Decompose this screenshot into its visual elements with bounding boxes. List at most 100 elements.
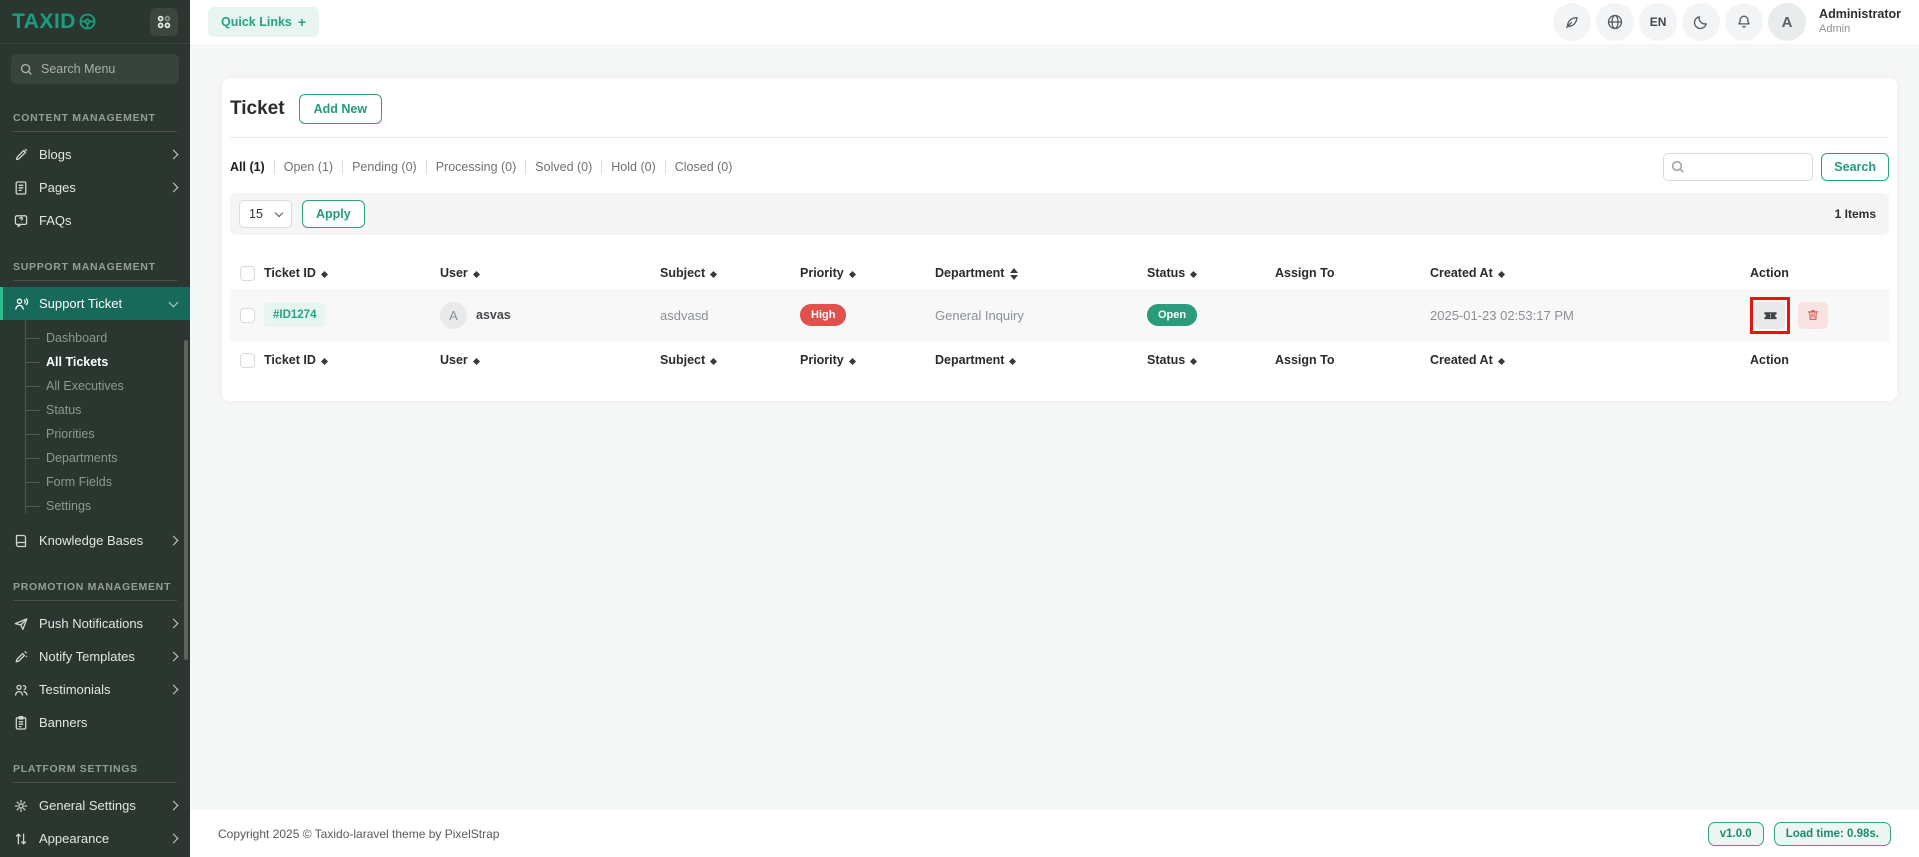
col-label: Priority <box>800 353 844 367</box>
col-created-at[interactable]: Created At <box>1426 341 1746 379</box>
globe-icon[interactable] <box>1596 3 1634 41</box>
brand-logo[interactable]: TAXID <box>12 10 97 34</box>
col-user[interactable]: User <box>436 257 656 289</box>
sidebar-logo-row: TAXID <box>0 0 190 44</box>
question-bubble-icon <box>13 213 29 229</box>
col-ticket-id[interactable]: Ticket ID <box>260 341 436 379</box>
sidebar-item-label: Appearance <box>39 831 109 846</box>
col-user[interactable]: User <box>436 341 656 379</box>
col-ticket-id[interactable]: Ticket ID <box>260 257 436 289</box>
sidebar-item-label: FAQs <box>39 213 72 228</box>
sidebar-scrollbar[interactable] <box>184 340 188 660</box>
col-label: Department <box>935 353 1004 367</box>
tab-open[interactable]: Open (1) <box>284 160 333 174</box>
table-search-area: Search <box>1663 153 1889 181</box>
trash-icon <box>1806 308 1820 322</box>
subitem-label: Departments <box>46 451 118 465</box>
bell-icon[interactable] <box>1725 3 1763 41</box>
sidebar-item-push-notifications[interactable]: Push Notifications <box>0 607 190 640</box>
sidebar-search-input[interactable] <box>41 62 161 76</box>
sidebar-subitem-status[interactable]: Status <box>0 398 190 422</box>
sidebar-subitem-departments[interactable]: Departments <box>0 446 190 470</box>
avatar-letter: A <box>1782 14 1793 31</box>
sidebar-item-pages[interactable]: Pages <box>0 171 190 204</box>
sidebar-item-faqs[interactable]: FAQs <box>0 204 190 237</box>
sidebar-subitem-form-fields[interactable]: Form Fields <box>0 470 190 494</box>
row-checkbox[interactable] <box>240 308 255 323</box>
col-label: Action <box>1750 266 1789 280</box>
add-new-button[interactable]: Add New <box>299 94 382 124</box>
col-status[interactable]: Status <box>1143 257 1271 289</box>
col-department[interactable]: Department <box>931 257 1143 289</box>
col-subject[interactable]: Subject <box>656 257 796 289</box>
table-search-input[interactable] <box>1663 153 1813 181</box>
tab-hold[interactable]: Hold (0) <box>611 160 655 174</box>
col-department[interactable]: Department <box>931 341 1143 379</box>
tab-solved[interactable]: Solved (0) <box>535 160 592 174</box>
sidebar-subitem-priorities[interactable]: Priorities <box>0 422 190 446</box>
sidebar-subitem-dashboard[interactable]: Dashboard <box>0 326 190 350</box>
col-status[interactable]: Status <box>1143 341 1271 379</box>
col-label: Subject <box>660 353 705 367</box>
col-label: Ticket ID <box>264 353 316 367</box>
feather-icon[interactable] <box>1553 3 1591 41</box>
users-icon <box>13 682 29 698</box>
language-button[interactable]: EN <box>1639 3 1677 41</box>
sidebar-item-appearance[interactable]: Appearance <box>0 822 190 855</box>
chevron-down-icon <box>275 208 283 216</box>
sidebar-item-knowledge-bases[interactable]: Knowledge Bases <box>0 524 190 557</box>
tab-closed[interactable]: Closed (0) <box>675 160 733 174</box>
user-cell: A asvas <box>440 302 652 329</box>
sidebar-subitem-all-tickets[interactable]: All Tickets <box>0 350 190 374</box>
col-assign-to: Assign To <box>1271 341 1426 379</box>
chevron-right-icon <box>169 619 179 629</box>
col-created-at[interactable]: Created At <box>1426 257 1746 289</box>
search-button[interactable]: Search <box>1821 153 1889 181</box>
tab-separator <box>274 160 275 174</box>
section-title-promotion: PROMOTION MANAGEMENT <box>0 557 190 600</box>
sidebar-item-testimonials[interactable]: Testimonials <box>0 673 190 706</box>
sidebar-item-banners[interactable]: Banners <box>0 706 190 739</box>
user-info[interactable]: Administrator Admin <box>1819 7 1901 36</box>
col-subject[interactable]: Subject <box>656 341 796 379</box>
tab-separator <box>342 160 343 174</box>
sidebar: TAXID CONTENT MANAGEMENT Blogs Pages FAQ… <box>0 0 190 857</box>
quick-links-button[interactable]: Quick Links + <box>208 7 319 37</box>
subitem-label: Priorities <box>46 427 95 441</box>
chevron-right-icon <box>169 536 179 546</box>
user-avatar[interactable]: A <box>1768 3 1806 41</box>
select-all-checkbox[interactable] <box>240 353 255 368</box>
send-icon <box>13 616 29 632</box>
apply-button[interactable]: Apply <box>302 200 365 228</box>
swap-arrows-icon <box>13 831 29 847</box>
tab-all[interactable]: All (1) <box>230 160 265 174</box>
sidebar-search[interactable] <box>11 54 179 84</box>
ticket-id-badge[interactable]: #ID1274 <box>264 303 325 327</box>
sidebar-item-support-ticket[interactable]: Support Ticket <box>0 287 190 320</box>
sort-icon <box>1498 358 1505 365</box>
layout-grid-icon[interactable] <box>150 8 178 36</box>
sidebar-item-notify-templates[interactable]: Notify Templates <box>0 640 190 673</box>
delete-ticket-button[interactable] <box>1798 302 1828 329</box>
tab-processing[interactable]: Processing (0) <box>436 160 517 174</box>
load-time-badge: Load time: 0.98s. <box>1774 822 1891 846</box>
per-page-select[interactable]: 15 <box>239 200 292 228</box>
select-all-checkbox[interactable] <box>240 266 255 281</box>
clipboard-icon <box>13 715 29 731</box>
sidebar-item-blogs[interactable]: Blogs <box>0 138 190 171</box>
sidebar-subitem-all-executives[interactable]: All Executives <box>0 374 190 398</box>
col-label: Ticket ID <box>264 266 316 280</box>
topbar: Quick Links + EN A Administrator Admin <box>190 0 1919 44</box>
row-user-name: asvas <box>476 308 511 322</box>
section-divider <box>13 131 177 132</box>
view-ticket-button[interactable] <box>1755 302 1785 329</box>
footer-badges: v1.0.0 Load time: 0.98s. <box>1708 822 1891 846</box>
filter-band: 15 Apply 1 Items <box>230 193 1889 235</box>
moon-icon[interactable] <box>1682 3 1720 41</box>
col-priority[interactable]: Priority <box>796 341 931 379</box>
col-priority[interactable]: Priority <box>796 257 931 289</box>
tab-pending[interactable]: Pending (0) <box>352 160 417 174</box>
sidebar-subitem-settings[interactable]: Settings <box>0 494 190 518</box>
section-title-content: CONTENT MANAGEMENT <box>0 88 190 131</box>
sidebar-item-general-settings[interactable]: General Settings <box>0 789 190 822</box>
